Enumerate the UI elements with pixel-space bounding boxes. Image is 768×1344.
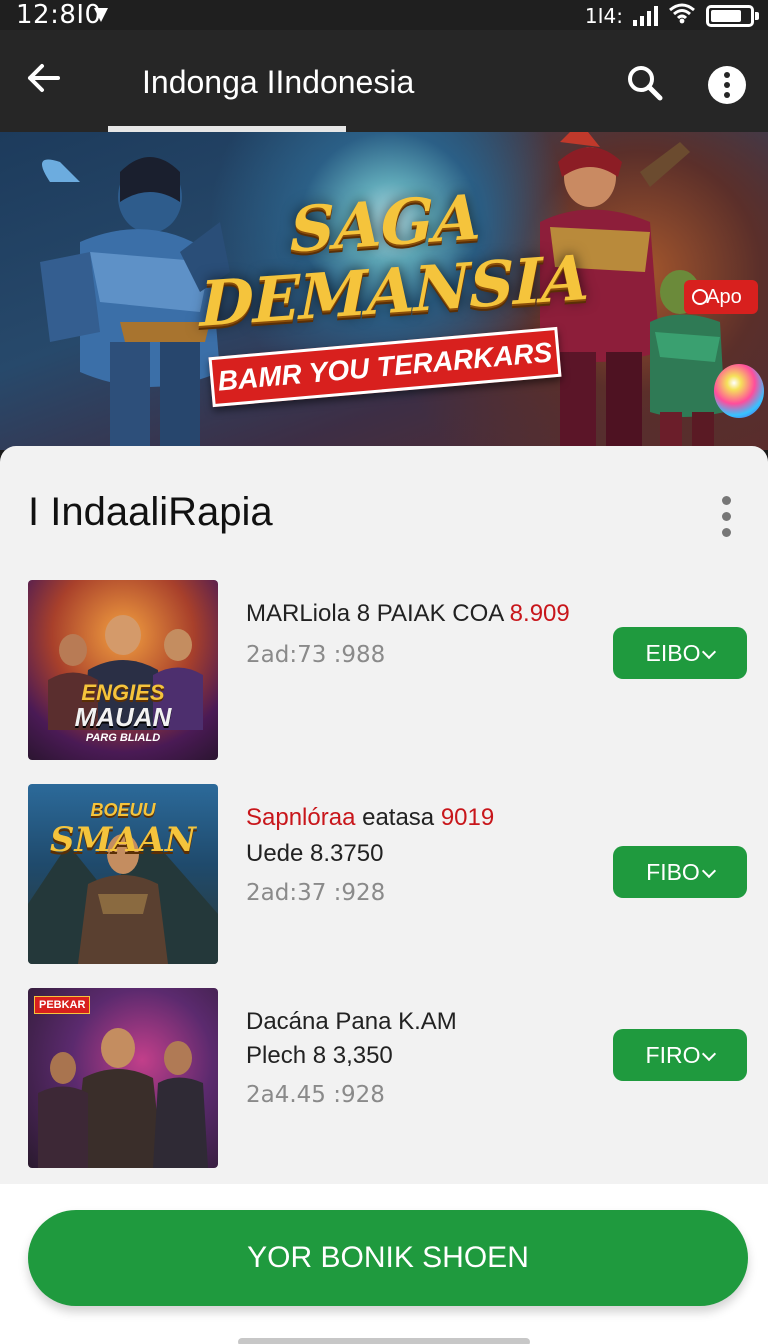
game-subtitle: Uede 8.3750 [246,840,384,867]
get-button[interactable]: EIBO [613,627,747,679]
back-button[interactable] [22,56,66,100]
game-list-item[interactable]: BOEUU SMAAN Sapnlóraa eatasa 9019 Uede 8… [0,784,768,964]
chevron-down-icon [702,1046,717,1062]
app-bar: Indonga IIndonesia [0,30,768,132]
get-button[interactable]: FIBO [613,846,747,898]
get-button-label: FIRO [645,1042,701,1068]
content-sheet: I IndaaliRapia ENGIES MAUAN PARG BLIALD … [0,446,768,1186]
game-title-text: MARLiola 8 PAIAK COA [246,600,510,627]
thumbnail-tag: PEBKAR [34,996,91,1014]
signal-icon [633,5,658,26]
chevron-down-icon [701,863,716,879]
game-meta: 2ad:37 :928 [246,880,386,906]
home-indicator[interactable] [238,1338,530,1344]
primary-cta-button[interactable]: YOR BONIK SHOEN [28,1210,748,1306]
more-dot-icon [724,72,730,78]
bottom-action-area: YOR BONIK SHOEN [0,1184,768,1344]
game-title: MARLiola 8 PAIAK COA 8.909 [246,600,570,628]
get-button-label: FIBO [646,859,700,885]
orb-icon [714,364,764,418]
game-price: 9019 [440,804,495,831]
location-arrow-icon [92,6,110,29]
thumbnail-title2: MAUAN [74,702,172,732]
game-meta: 2ad:73 :988 [246,642,386,668]
more-dot-icon [722,496,731,505]
game-list-item[interactable]: ENGIES MAUAN PARG BLIALD MARLiola 8 PAIA… [0,580,768,760]
more-options-button[interactable] [708,66,746,104]
game-title: Dacána Pana K.AM [246,1008,457,1035]
app-badge-label: Apo [706,286,742,308]
search-button[interactable] [624,62,666,104]
back-arrow-icon [28,64,60,92]
game-title-highlight: Sapnlóraa [246,804,356,831]
game-meta: 2a4.45 :928 [246,1082,385,1108]
section-title: I IndaaliRapia [28,490,273,534]
chevron-down-icon [702,644,717,660]
more-dot-icon [724,82,730,88]
thumbnail-subtitle: PARG BLIALD [85,732,161,744]
thumbnail-title: BOEUU [90,800,156,820]
game-title-text: eatasa [355,804,441,831]
more-dot-icon [722,512,731,521]
more-dot-icon [722,528,731,537]
page-title: Indonga IIndonesia [142,64,415,100]
banner-title: SAGA DEMANSIA [200,177,588,341]
game-thumbnail[interactable]: BOEUU SMAAN [28,784,218,964]
thumbnail-title2: SMAAN [49,820,197,860]
section-more-button[interactable] [714,494,738,542]
promo-banner[interactable]: Apo SAGA DEMANSIA [0,132,768,450]
game-thumbnail[interactable]: ENGIES MAUAN PARG BLIALD [28,580,218,760]
status-time: 12:8I0 [16,0,102,30]
status-indicators: 1I4: [584,2,759,29]
game-list-item[interactable]: PEBKAR Dacána Pana K.AM Plech 8 3,350 2a… [0,988,768,1168]
warrior-left-illustration [40,157,230,450]
search-icon [628,66,663,101]
game-price: 8.909 [509,600,570,627]
app-badge-icon [692,289,708,305]
network-type: 1I4: [584,3,623,28]
battery-icon [706,4,759,27]
game-thumbnail[interactable]: PEBKAR [28,988,218,1168]
app-badge: Apo [684,280,758,314]
game-title: Sapnlóraa eatasa 9019 [246,804,494,832]
get-button[interactable]: FIRO [613,1029,747,1081]
game-subtitle: Plech 8 3,350 [246,1042,393,1069]
wifi-icon [668,2,696,29]
game-art [38,1028,208,1168]
get-button-label: EIBO [645,640,701,666]
status-bar: 12:8I0 1I4: [0,0,768,30]
more-dot-icon [724,92,730,98]
